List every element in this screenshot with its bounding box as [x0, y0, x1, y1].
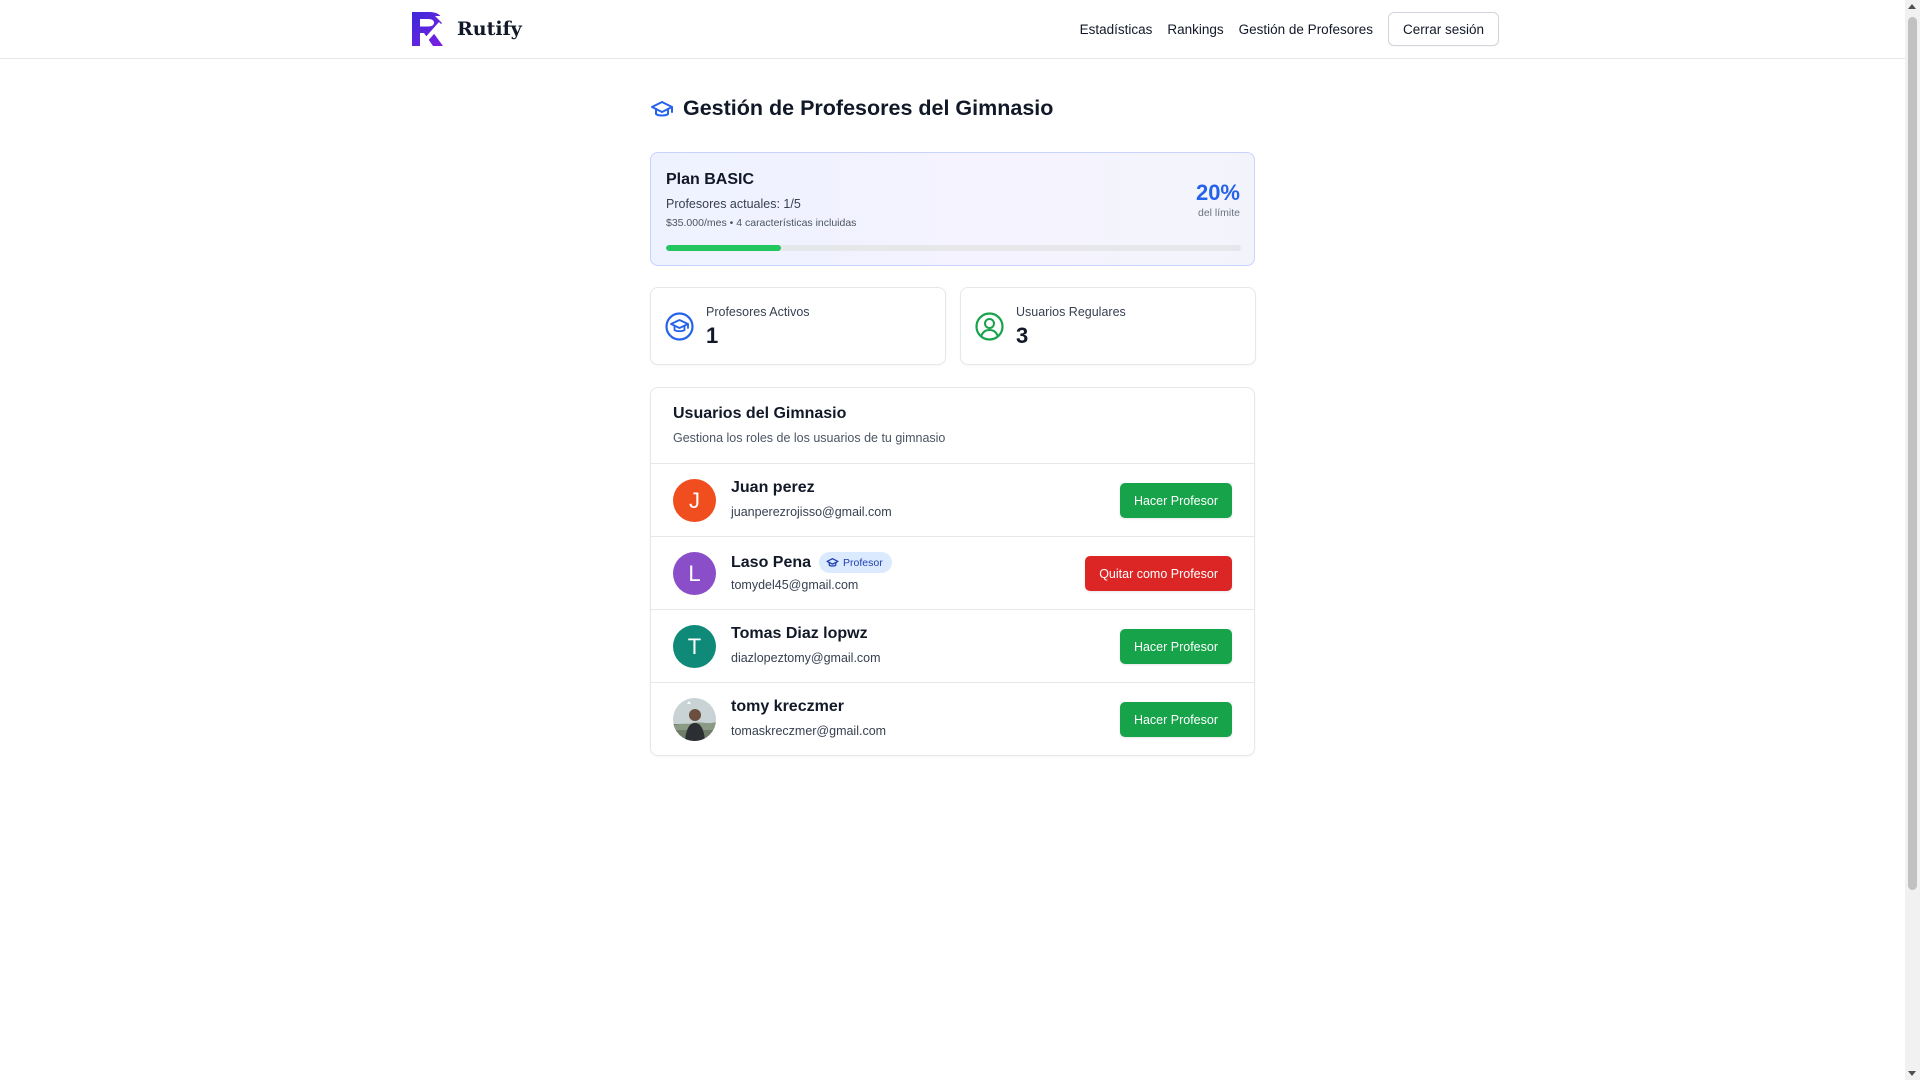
plan-name: Plan BASIC	[666, 171, 755, 188]
plan-card: Plan BASIC Profesores actuales: 1/5 $35.…	[650, 152, 1255, 266]
brand-link[interactable]: Rutify	[409, 10, 522, 48]
profile-photo	[673, 698, 716, 741]
user-row: L Laso Pena Profesor tomydel45@gmail.com…	[651, 537, 1254, 610]
user-row: tomy kreczmer tomaskreczmer@gmail.com Ha…	[651, 683, 1254, 755]
page-header: Gestión de Profesores del Gimnasio	[650, 96, 1053, 121]
page-title: Gestión de Profesores del Gimnasio	[683, 96, 1054, 120]
scroll-up-arrow-icon[interactable]	[1908, 4, 1916, 9]
graduation-cap-circle-icon	[665, 312, 694, 341]
make-teacher-button[interactable]: Hacer Profesor	[1119, 702, 1232, 737]
nav-link-rankings[interactable]: Rankings	[1167, 22, 1223, 37]
user-name: Laso Pena	[731, 553, 812, 571]
nav-link-estadisticas[interactable]: Estadísticas	[1080, 22, 1153, 37]
stat-card-regular-users: Usuarios Regulares 3	[960, 287, 1256, 365]
teacher-badge-label: Profesor	[843, 556, 883, 569]
rutify-r-logo-icon	[412, 12, 444, 46]
users-card-subtitle: Gestiona los roles de los usuarios de tu…	[673, 431, 946, 445]
user-name: tomy kreczmer	[731, 698, 844, 715]
scroll-down-arrow-icon[interactable]	[1908, 1071, 1916, 1076]
users-card: Usuarios del Gimnasio Gestiona los roles…	[650, 387, 1255, 756]
stat-label-regular-users: Usuarios Regulares	[1016, 305, 1126, 319]
user-name: Tomas Diaz lopwz	[731, 625, 868, 642]
users-card-header: Usuarios del Gimnasio Gestiona los roles…	[651, 388, 1254, 464]
nav-link-gestion-profesores[interactable]: Gestión de Profesores	[1239, 22, 1373, 37]
user-email: tomydel45@gmail.com	[731, 578, 859, 592]
user-circle-icon	[975, 312, 1004, 341]
plan-price: $35.000/mes • 4 características incluida…	[666, 217, 857, 229]
make-teacher-button[interactable]: Hacer Profesor	[1119, 629, 1232, 664]
avatar-photo	[673, 698, 716, 741]
users-card-title: Usuarios del Gimnasio	[673, 405, 847, 422]
logout-button[interactable]: Cerrar sesión	[1387, 12, 1499, 46]
stat-value-regular-users: 3	[1016, 323, 1029, 348]
avatar: L	[673, 552, 716, 595]
graduation-cap-icon	[651, 100, 673, 116]
plan-progress-fill	[666, 245, 781, 251]
plan-limit-label: del límite	[1197, 207, 1240, 219]
user-name: Juan perez	[731, 479, 815, 496]
plan-progress-bar	[666, 245, 1241, 251]
user-email: juanperezrojisso@gmail.com	[731, 505, 892, 519]
user-row: T Tomas Diaz lopwz diazlopeztomy@gmail.c…	[651, 610, 1254, 683]
user-email: tomaskreczmer@gmail.com	[731, 724, 887, 738]
avatar: T	[673, 625, 716, 668]
main-nav: Estadísticas Rankings Gestión de Profeso…	[1080, 12, 1499, 46]
user-row: J Juan perez juanperezrojisso@gmail.com …	[651, 464, 1254, 537]
graduation-cap-icon	[826, 558, 839, 567]
plan-teacher-count: Profesores actuales: 1/5	[666, 197, 801, 211]
stat-label-teachers: Profesores Activos	[706, 305, 810, 319]
stat-value-teachers: 1	[706, 323, 719, 348]
user-email: diazlopeztomy@gmail.com	[731, 651, 881, 665]
stat-card-teachers: Profesores Activos 1	[650, 287, 946, 365]
plan-usage-percent: 20%	[1195, 180, 1240, 205]
top-navbar: Rutify Estadísticas Rankings Gestión de …	[0, 0, 1905, 59]
make-teacher-button[interactable]: Hacer Profesor	[1119, 483, 1232, 518]
page-scrollbar[interactable]	[1905, 0, 1920, 1080]
avatar: J	[673, 479, 716, 522]
remove-teacher-button[interactable]: Quitar como Profesor	[1085, 556, 1232, 591]
scroll-thumb[interactable]	[1908, 17, 1917, 890]
brand-name: Rutify	[457, 18, 522, 40]
teacher-badge: Profesor	[819, 552, 892, 573]
